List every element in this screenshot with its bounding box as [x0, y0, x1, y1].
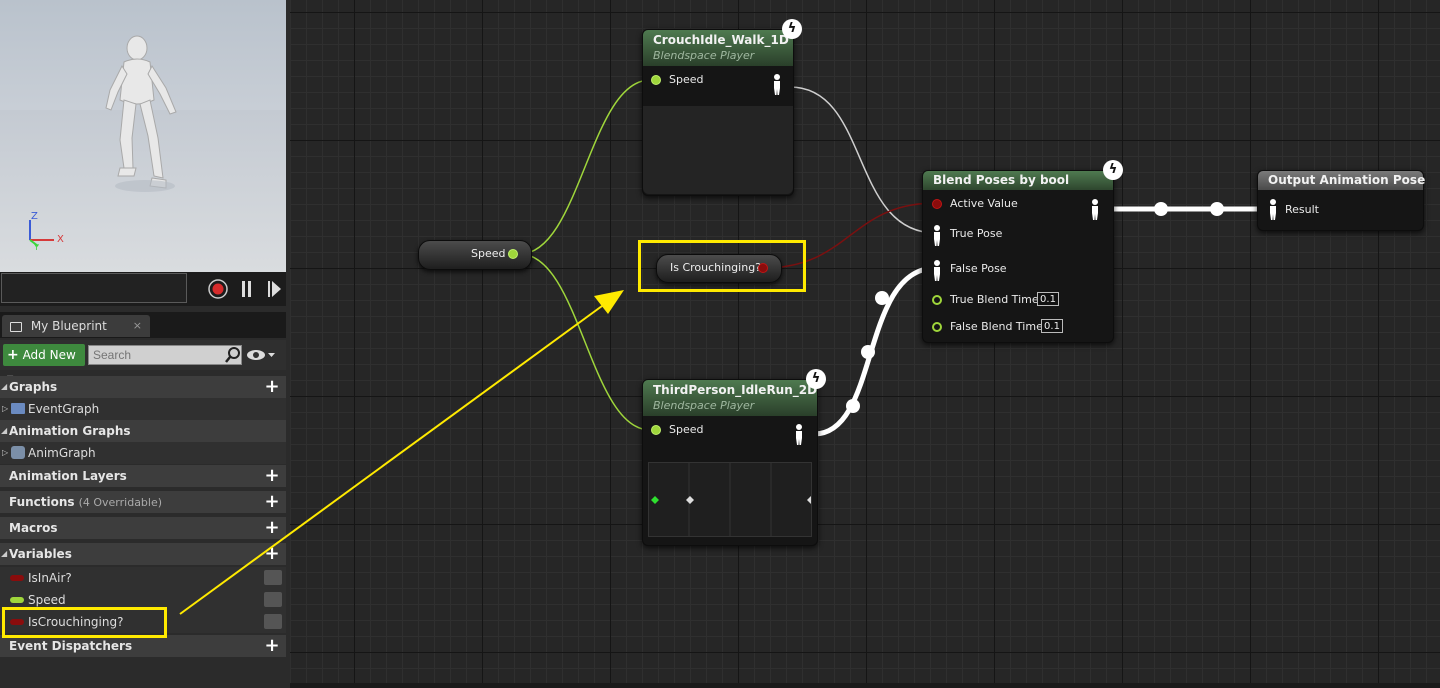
- pause-button[interactable]: [237, 279, 257, 299]
- false-blend-time-input[interactable]: 0.1: [1041, 319, 1063, 333]
- preview-viewport[interactable]: Z X Y: [0, 0, 286, 272]
- result-label: Result: [1285, 203, 1319, 216]
- node-title: Blend Poses by bool: [933, 173, 1070, 187]
- false-pose-label: False Pose: [950, 262, 1007, 275]
- mannequin-figure: [29, 35, 177, 247]
- expand-arrow-icon: ▷: [2, 448, 9, 457]
- section-animation-graphs-label: Animation Graphs: [9, 424, 131, 438]
- axis-y-label: Y: [34, 243, 39, 252]
- step-forward-button[interactable]: [264, 279, 284, 299]
- axis-z-label: Z: [31, 211, 38, 222]
- collapse-arrow-icon: ◢: [1, 549, 8, 558]
- close-icon[interactable]: ×: [133, 315, 142, 337]
- collapse-arrow-icon: ◢: [1, 426, 8, 435]
- section-event-dispatchers[interactable]: Event Dispatchers +: [0, 635, 286, 657]
- visibility-toggle-icon[interactable]: [264, 592, 282, 607]
- active-value-input-pin[interactable]: [932, 199, 942, 209]
- add-animation-layer-button[interactable]: +: [264, 467, 280, 485]
- highlight-box-variable: [2, 607, 167, 638]
- section-functions-label: Functions: [9, 495, 75, 509]
- node-title: Output Animation Pose: [1268, 173, 1426, 187]
- section-variables[interactable]: ◢ Variables +: [0, 543, 286, 565]
- speed-input-pin[interactable]: [651, 75, 661, 85]
- lightning-bolt-icon: ϟ: [806, 369, 826, 389]
- section-graphs[interactable]: ◢ Graphs +: [0, 376, 286, 398]
- section-animation-graphs[interactable]: ◢ Animation Graphs: [0, 420, 286, 442]
- true-blend-time-pin[interactable]: [932, 295, 942, 305]
- highlight-box-graph-node: [638, 240, 806, 292]
- expand-arrow-icon: ▷: [2, 404, 9, 413]
- blendspace-grid-preview: [648, 462, 812, 537]
- anim-graph-icon: [11, 446, 25, 459]
- visibility-toggle-icon[interactable]: [264, 570, 282, 585]
- section-macros[interactable]: Macros +: [0, 517, 286, 539]
- crouch-idle-walk-blendspace-node[interactable]: CrouchIdle_Walk_1D Blendspace Player Spe…: [642, 29, 794, 196]
- add-function-button[interactable]: +: [264, 493, 280, 511]
- functions-overridable-count: (4 Overridable): [78, 496, 163, 509]
- add-graph-button[interactable]: +: [264, 378, 280, 396]
- variable-row-isinair[interactable]: IsInAir?: [0, 567, 286, 589]
- true-pose-label: True Pose: [950, 227, 1003, 240]
- section-animation-layers-label: Animation Layers: [9, 469, 127, 483]
- lightning-bolt-icon: ϟ: [782, 19, 802, 39]
- add-macro-button[interactable]: +: [264, 519, 280, 537]
- node-title: CrouchIdle_Walk_1D: [653, 33, 789, 47]
- book-icon: [10, 321, 22, 332]
- section-graphs-label: Graphs: [9, 380, 58, 394]
- section-animation-layers[interactable]: Animation Layers +: [0, 465, 286, 487]
- speed-output-pin[interactable]: [508, 249, 518, 259]
- speed-pin-label: Speed: [669, 73, 704, 86]
- active-value-label: Active Value: [950, 197, 1018, 210]
- event-graph-icon: [11, 403, 25, 414]
- add-variable-button[interactable]: +: [264, 545, 280, 563]
- node-header: Blend Poses by bool: [923, 171, 1113, 190]
- blend-poses-by-bool-node[interactable]: Blend Poses by bool Active Value True Po…: [922, 170, 1114, 343]
- add-event-dispatcher-button[interactable]: +: [264, 637, 280, 655]
- node-subtitle: Blendspace Player: [653, 49, 755, 62]
- axis-x-label: X: [57, 234, 64, 245]
- add-new-label: Add New: [22, 348, 76, 362]
- left-panel: Z X Y My Blueprint × + Add New ▼ ◢ Graph…: [0, 0, 290, 688]
- blendspace-preview: [643, 106, 793, 194]
- false-blend-time-pin[interactable]: [932, 322, 942, 332]
- timeline-scrubber[interactable]: [1, 273, 187, 303]
- add-new-button[interactable]: + Add New ▼: [3, 344, 85, 383]
- panel-empty-area: [0, 657, 286, 688]
- node-header: Output Animation Pose: [1258, 171, 1426, 190]
- bool-type-icon: [10, 575, 24, 581]
- anim-graph-canvas[interactable]: [290, 0, 1440, 688]
- graph-scrollbar[interactable]: [290, 683, 1440, 688]
- record-button[interactable]: [208, 279, 228, 299]
- output-animation-pose-node[interactable]: Output Animation Pose Result: [1257, 170, 1426, 231]
- variable-name: IsInAir?: [28, 571, 72, 585]
- section-functions[interactable]: Functions (4 Overridable) +: [0, 491, 286, 513]
- list-item-animgraph[interactable]: ▷ AnimGraph: [0, 442, 286, 464]
- speed-input-pin[interactable]: [651, 425, 661, 435]
- section-variables-label: Variables: [9, 547, 72, 561]
- float-type-icon: [10, 597, 24, 603]
- thirdperson-idlerun-blendspace-node[interactable]: ThirdPerson_IdleRun_2D Blendspace Player…: [642, 379, 818, 546]
- collapse-arrow-icon: ◢: [1, 382, 8, 391]
- plus-icon: +: [7, 347, 19, 363]
- section-macros-label: Macros: [9, 521, 58, 535]
- node-header: CrouchIdle_Walk_1D Blendspace Player: [643, 30, 793, 66]
- eventgraph-label: EventGraph: [28, 402, 100, 416]
- list-item-eventgraph[interactable]: ▷ EventGraph: [0, 398, 286, 420]
- node-header: ThirdPerson_IdleRun_2D Blendspace Player: [643, 380, 817, 416]
- search-input[interactable]: [88, 345, 242, 365]
- node-subtitle: Blendspace Player: [653, 399, 755, 412]
- animgraph-label: AnimGraph: [28, 446, 96, 460]
- tab-label: My Blueprint: [30, 319, 107, 333]
- false-blend-time-label: False Blend Time: [950, 320, 1043, 333]
- visibility-toggle-icon[interactable]: [264, 614, 282, 629]
- speed-pin-label: Speed: [669, 423, 704, 436]
- tab-my-blueprint[interactable]: My Blueprint ×: [2, 315, 150, 337]
- speed-node-label: Speed: [471, 247, 506, 260]
- true-blend-time-label: True Blend Time: [950, 293, 1039, 306]
- lightning-bolt-icon: ϟ: [1103, 160, 1123, 180]
- section-event-dispatchers-label: Event Dispatchers: [9, 639, 133, 653]
- node-title: ThirdPerson_IdleRun_2D: [653, 383, 818, 397]
- speed-variable-node[interactable]: Speed: [418, 240, 532, 270]
- true-blend-time-input[interactable]: 0.1: [1037, 292, 1059, 306]
